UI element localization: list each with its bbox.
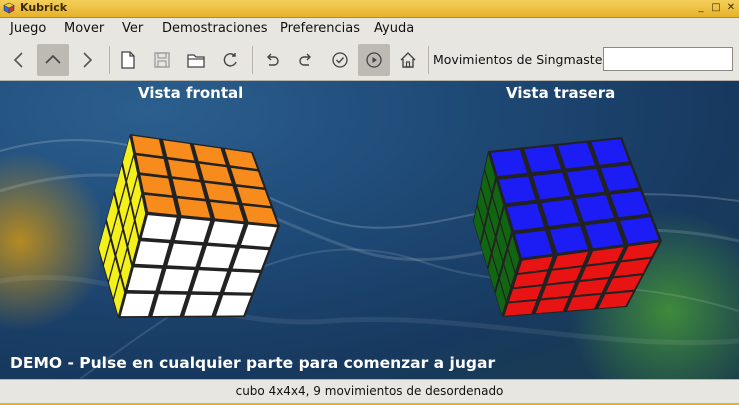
chevron-left-icon [13,52,23,68]
close-icon[interactable]: ✕ [725,2,737,14]
menu-ayuda[interactable]: Ayuda [374,21,414,36]
save-button[interactable] [146,44,178,76]
status-text: cubo 4x4x4, 9 movimientos de desordenado [235,384,504,398]
toolbar-separator [428,46,429,74]
open-button[interactable] [180,44,212,76]
minimize-icon[interactable]: _ [695,2,707,14]
refresh-icon [223,53,237,67]
singmaster-label: Movimientos de Singmaster [433,52,608,67]
chevron-right-icon [83,52,93,68]
front-cube[interactable] [0,81,739,379]
up-button[interactable] [37,44,69,76]
redo-icon [299,53,311,66]
title-bar: Kubrick _ □ ✕ [0,0,739,18]
folder-icon [187,54,205,68]
menu-ver[interactable]: Ver [122,21,143,36]
window-title: Kubrick [20,1,68,14]
forward-button[interactable] [71,44,103,76]
status-bar: cubo 4x4x4, 9 movimientos de desordenado [0,379,739,404]
restart-button[interactable] [214,44,246,76]
menu-preferencias[interactable]: Preferencias [280,21,360,36]
menu-bar: Juego Mover Ver Demostraciones Preferenc… [0,18,739,40]
undo-icon [267,53,279,66]
app-cube-icon [3,2,15,14]
new-game-button[interactable] [112,44,144,76]
menu-juego[interactable]: Juego [10,21,46,36]
save-icon [154,52,170,68]
menu-demostraciones[interactable]: Demostraciones [162,21,268,36]
back-button[interactable] [3,44,35,76]
undo-button[interactable] [256,44,288,76]
play-button[interactable] [358,44,390,76]
solve-button[interactable] [324,44,356,76]
toolbar-separator [109,46,110,74]
new-document-icon [121,51,135,69]
demo-message: DEMO - Pulse en cualquier parte para com… [10,354,496,372]
chevron-up-icon [45,54,61,64]
redo-button[interactable] [290,44,322,76]
front-top-sticker [144,194,177,215]
maximize-icon[interactable]: □ [710,2,722,14]
play-circle-icon [366,52,382,68]
home-button[interactable] [392,44,424,76]
game-view[interactable]: Vista frontal Vista trasera DEMO - Pulse… [0,81,739,379]
check-circle-icon [332,52,348,68]
home-icon [400,52,416,68]
toolbar-separator [252,46,253,74]
singmaster-input[interactable] [603,47,733,71]
menu-mover[interactable]: Mover [64,21,104,36]
